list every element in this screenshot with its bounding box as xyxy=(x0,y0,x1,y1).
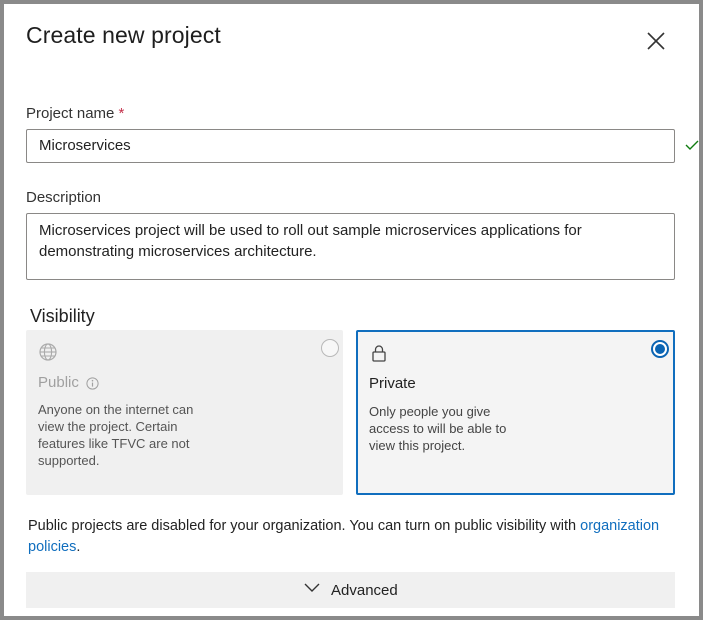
public-description: Anyone on the internet can view the proj… xyxy=(38,402,194,468)
public-title-row: Public xyxy=(38,374,99,391)
advanced-toggle-button[interactable]: Advanced xyxy=(26,572,675,608)
description-textarea[interactable]: Microservices project will be used to ro… xyxy=(26,213,675,280)
required-marker: * xyxy=(118,105,125,122)
private-radio[interactable] xyxy=(651,340,669,358)
notice-text: Public projects are disabled for your or… xyxy=(28,518,577,534)
create-project-dialog: Create new project Project name * Micros… xyxy=(0,0,703,620)
visibility-option-private[interactable]: Private Only people you give access to w… xyxy=(356,330,675,495)
globe-icon xyxy=(39,343,57,361)
dialog-title: Create new project xyxy=(26,22,221,48)
project-name-input[interactable]: Microservices xyxy=(26,129,675,163)
visibility-label: Visibility xyxy=(30,306,95,326)
public-radio xyxy=(321,339,339,357)
close-icon[interactable] xyxy=(645,30,667,52)
description-label: Description xyxy=(26,189,102,206)
public-disabled-notice: Public projects are disabled for your or… xyxy=(28,516,668,558)
project-name-label-text: Project name xyxy=(26,105,115,122)
project-name-label: Project name * xyxy=(26,105,124,122)
notice-suffix: . xyxy=(76,539,81,555)
visibility-option-public: Public Anyone on the internet can view t… xyxy=(26,330,343,495)
advanced-label: Advanced xyxy=(331,582,398,599)
chevron-down-icon xyxy=(304,583,320,592)
checkmark-icon xyxy=(685,140,699,150)
private-description: Only people you give access to will be a… xyxy=(369,404,507,453)
public-title: Public xyxy=(38,374,79,391)
private-title: Private xyxy=(369,375,416,392)
info-icon[interactable] xyxy=(86,376,99,390)
lock-icon xyxy=(372,345,386,362)
